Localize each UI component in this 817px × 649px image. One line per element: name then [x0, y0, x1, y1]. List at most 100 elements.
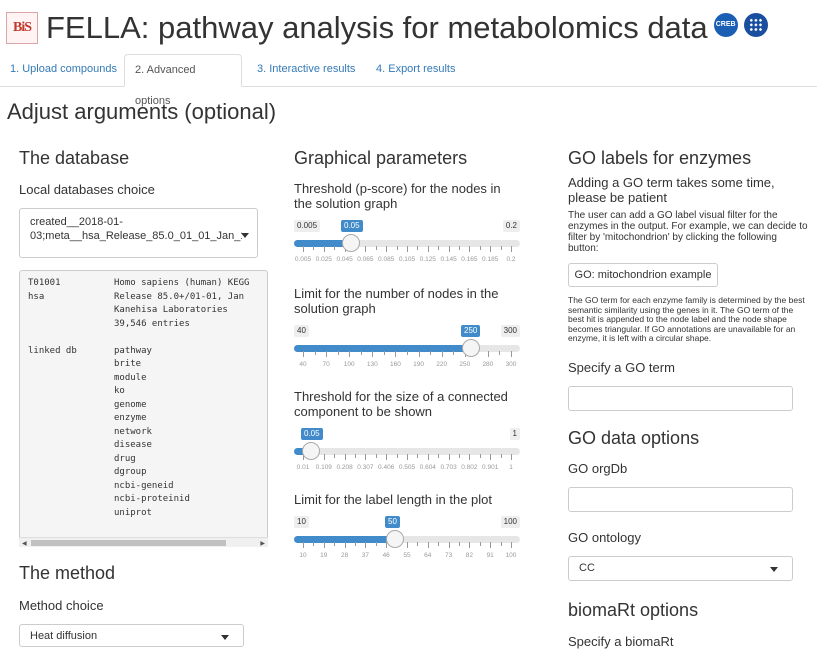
slider-tick-label: 0.802	[461, 464, 478, 471]
database-info-key: hsa	[28, 291, 45, 302]
database-info-row: dgroup	[28, 466, 147, 480]
horizontal-scrollbar[interactable]: ◀ ▶	[19, 537, 268, 547]
slider-max-label: 1	[509, 428, 520, 440]
slider-handle[interactable]	[462, 339, 480, 357]
tab-export-results[interactable]: 4. Export results	[366, 54, 465, 85]
database-info-value: 39,546 entries	[114, 318, 190, 329]
slider-tick	[417, 246, 419, 250]
slider-tick-label: 0.2	[506, 256, 516, 263]
slider-tick-labels: 10 19 28 37 46 55 64 73 82 91 100	[294, 552, 520, 562]
go-orgdb-input[interactable]	[568, 487, 793, 512]
slider-tick-label: 28	[340, 552, 349, 559]
slider-tick-label: 0.105	[398, 256, 416, 263]
slider-min-label: 0.005	[294, 220, 321, 232]
range-slider[interactable]: 1 0.05 0.01 0.109 0.208 0.307 0.406 0.505 0.604 0…	[294, 428, 520, 478]
slider-tick	[511, 246, 512, 252]
database-info-value: Homo sapiens (human) KEGG	[114, 278, 250, 288]
creb-logo: CREB	[713, 13, 738, 37]
slider-tick-label: 0.085	[378, 256, 395, 263]
database-info-value: Kanehisa Laboratories	[114, 305, 228, 315]
database-select-line1: created__2018-01-	[30, 216, 123, 228]
slider-tick-label: 0.005	[294, 256, 312, 263]
slider-tick-labels: 0.01 0.109 0.208 0.307 0.406 0.505 0.604 0.703 0…	[294, 464, 520, 474]
database-heading: The database	[19, 148, 130, 168]
database-info-row: disease	[28, 439, 152, 453]
range-slider[interactable]: 10 100 50 10 19 28 37 46 55 64 73 82 91 100	[294, 516, 520, 566]
go-term-label: Specify a GO term	[568, 360, 675, 375]
slider-tick	[323, 246, 325, 252]
method-choice-label: Method choice	[19, 598, 104, 613]
slider-tick-label: 190	[413, 361, 424, 368]
slider-tick	[511, 454, 512, 460]
database-select[interactable]: created__2018-01- 03;meta__hsa_Release_8…	[19, 208, 258, 258]
slider-tick	[430, 351, 432, 355]
slider-tick-label: 70	[322, 361, 330, 368]
slider-tick	[386, 454, 388, 460]
slider-label: Limit for the label length in the plot	[294, 492, 492, 507]
slider-tick	[386, 246, 388, 252]
slider-ticks	[294, 454, 520, 460]
slider-handle[interactable]	[386, 530, 404, 548]
slider-tick	[375, 454, 377, 458]
slider-tick	[365, 542, 367, 548]
slider-ticks	[294, 351, 520, 357]
slider-tick	[334, 454, 336, 458]
database-info-value: genome	[114, 399, 147, 410]
slider-ticks	[294, 542, 520, 548]
range-slider[interactable]: 0.005 0.2 0.05 0.005 0.025 0.045 0.065 0.085 0.1…	[294, 220, 520, 270]
slider-tick	[479, 542, 481, 546]
go-mitochondrion-example-button[interactable]: GO: mitochondrion example	[568, 263, 718, 287]
slider-tick	[499, 351, 501, 355]
slider-tick-label: 0.165	[461, 256, 478, 263]
slider-tick	[500, 542, 502, 546]
database-info-value: ncbi-geneid	[114, 480, 174, 491]
slider-handle[interactable]	[342, 234, 360, 252]
scroll-left-icon[interactable]: ◀	[22, 540, 27, 547]
scroll-right-icon[interactable]: ▶	[260, 540, 265, 547]
go-description: The user can add a GO label visual filte…	[568, 210, 817, 254]
tab-interactive-results[interactable]: 3. Interactive results	[247, 54, 365, 85]
slider-tick-label: 0.025	[315, 256, 332, 263]
database-info-panel[interactable]: T01001 Homo sapiens (human) KEGG hsa Releas…	[19, 270, 268, 546]
slider-tick	[326, 351, 328, 357]
bis-logo: BiS	[6, 12, 38, 44]
tab-upload-compounds[interactable]: 1. Upload compounds	[0, 54, 127, 85]
database-info-row: 39,546 entries	[28, 318, 190, 332]
slider-current-value: 0.05	[341, 220, 363, 232]
slider-label-line: Threshold (p-score) for the nodes in	[294, 181, 501, 196]
tab-advanced-options[interactable]: 2. Advanced options	[124, 54, 242, 107]
slider-tick-label: 0.109	[315, 464, 332, 471]
slider-tick	[459, 542, 460, 546]
slider-tick-label: 19	[320, 552, 328, 559]
go-term-input[interactable]	[568, 386, 793, 411]
slider-tick	[438, 246, 440, 250]
go-subheading-line: Adding a GO term takes some time,	[568, 175, 775, 190]
database-info-key: T01001	[28, 278, 61, 288]
slider-max-label: 300	[500, 325, 520, 337]
database-info-value: ncbi-proteinid	[114, 494, 190, 504]
slider-tick	[407, 351, 408, 355]
range-slider[interactable]: 40 300 250 40 70 100 130 160 190 220 250 280 300	[294, 325, 520, 375]
database-info-value: pathway	[114, 345, 152, 356]
slider-tick-labels: 0.005 0.025 0.045 0.065 0.085 0.105 0.125 0.145…	[294, 256, 520, 266]
slider-tick	[418, 351, 420, 357]
scrollbar-thumb[interactable]	[31, 540, 226, 546]
database-info-value: ko	[114, 386, 125, 396]
database-info-row: enzyme	[28, 412, 147, 426]
slider-min-label: 10	[294, 516, 309, 528]
database-info-value: network	[114, 426, 152, 437]
slider-tick-label: 64	[424, 552, 432, 559]
slider-label-line: solution graph	[294, 301, 376, 316]
slider-tick-labels: 40 70 100 130 160 190 220 250 280 300	[294, 361, 520, 371]
slider-tick	[323, 542, 325, 548]
database-info-value: disease	[114, 440, 152, 450]
slider-handle[interactable]	[302, 442, 320, 460]
go-labels-heading: GO labels for enzymes	[568, 148, 752, 168]
slider-tick	[490, 246, 492, 252]
go-description-line: button:	[568, 243, 599, 254]
method-select[interactable]: Heat diffusion	[19, 624, 244, 647]
database-info-value: Release 85.0+/01-01, Jan	[114, 291, 245, 302]
go-ontology-select[interactable]: CC	[568, 556, 793, 581]
go-orgdb-label: GO orgDb	[568, 461, 628, 476]
slider-tick	[323, 454, 325, 460]
